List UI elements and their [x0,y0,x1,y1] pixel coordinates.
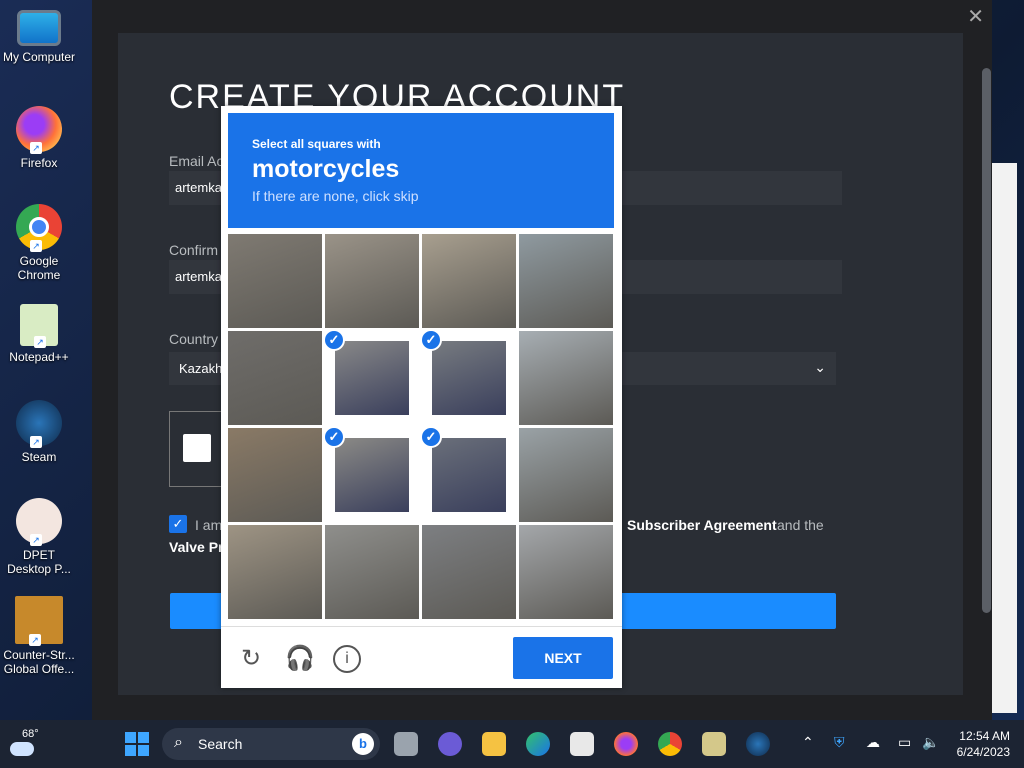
steam-icon: ↗ [16,400,62,448]
desktop-icon-firefox[interactable]: ↗ Firefox [0,106,78,170]
tile-image [335,438,409,512]
dpet-icon: ↗ [16,498,62,546]
desktop-icon-label: DPET Desktop P... [7,548,71,576]
captcha-tile[interactable] [422,234,516,328]
task-view-icon[interactable] [394,732,418,756]
info-icon[interactable]: i [333,645,361,673]
subscriber-agreement-link[interactable]: Subscriber Agreement [627,517,777,533]
scrollbar[interactable] [982,68,991,613]
desktop-icon-label: Counter-Str... Global Offe... [3,648,75,676]
weather-temp: 68° [22,728,39,740]
captcha-tile[interactable] [519,428,613,522]
date: 6/24/2023 [956,745,1010,759]
steam-taskbar-icon[interactable] [746,732,770,756]
firefox-icon: ↗ [16,106,62,154]
notepadpp-icon: ↗ [20,304,58,348]
search-placeholder: Search [198,736,243,752]
tile-image [432,438,506,512]
teams-chat-icon[interactable] [438,732,462,756]
network-icon[interactable]: ▭ [898,734,911,751]
captcha-tile[interactable] [228,331,322,425]
search-box[interactable]: ⌕ Search b [162,728,380,760]
agree-mid-text: and the [777,517,824,533]
privacy-policy-link[interactable]: Valve Pr [169,539,224,555]
captcha-tile[interactable]: ✓ [325,428,419,522]
edge-icon[interactable] [526,732,550,756]
onedrive-icon[interactable]: ☁ [866,734,880,751]
desktop-icon-label: Notepad++ [9,350,69,364]
start-button[interactable] [125,732,149,756]
background-window-edge [991,163,1017,713]
captcha-tile[interactable] [519,331,613,425]
tile-image [335,341,409,415]
desktop-icon-dpet[interactable]: ↗ DPET Desktop P... [0,498,78,576]
captcha-header: Select all squares with motorcycles If t… [228,113,614,228]
monitor-icon [17,10,61,46]
captcha-dialog: Select all squares with motorcycles If t… [221,106,622,688]
agree-checkbox[interactable]: ✓ [169,515,187,533]
weather-widget[interactable]: 68° [10,728,39,759]
reload-icon[interactable]: ↻ [237,645,265,673]
time: 12:54 AM [959,729,1010,743]
country-label: Country [169,331,219,347]
close-icon[interactable]: ✕ [967,4,984,29]
captcha-tile[interactable] [228,234,322,328]
confirm-email-label: Confirm [169,242,219,258]
csgo-icon: ↗ [15,596,63,646]
captcha-tile[interactable] [519,234,613,328]
captcha-grid: ✓ ✓ ✓ ✓ [228,234,614,620]
captcha-target: motorcycles [252,155,400,183]
captcha-footer: ↻ 🎧 i NEXT [221,626,622,688]
audio-icon[interactable]: 🎧 [285,645,315,673]
app-taskbar-icon[interactable] [702,732,726,756]
captcha-tile[interactable] [325,234,419,328]
chevron-down-icon: ⌄ [814,359,826,375]
cloud-icon [10,742,34,756]
agree-prefix: I am [195,517,223,533]
desktop-icon-label: Firefox [20,156,58,170]
desktop-icon-steam[interactable]: ↗ Steam [0,400,78,464]
chrome-taskbar-icon[interactable] [658,732,682,756]
chevron-up-icon[interactable]: ⌃ [802,734,814,751]
desktop-icon-label: My Computer [2,50,76,64]
tile-image [432,341,506,415]
captcha-hint: If there are none, click skip [252,188,419,204]
desktop-icon-label: Steam [21,450,57,464]
defender-icon[interactable]: ⛨ [834,734,845,751]
captcha-instruction: Select all squares with [252,137,381,151]
captcha-tile[interactable]: ✓ [422,428,516,522]
taskbar: 68° ⌕ Search b ⌃ ⛨ ☁ ▭ 🔈 12:54 AM 6/24/2… [0,720,1024,768]
bing-icon[interactable]: b [352,733,374,755]
email-label: Email Ac [169,153,224,169]
desktop-icon-csgo[interactable]: ↗ Counter-Str... Global Offe... [0,596,78,676]
captcha-tile[interactable] [228,525,322,619]
captcha-tile[interactable] [228,428,322,522]
captcha-tile[interactable] [325,525,419,619]
microsoft-store-icon[interactable] [570,732,594,756]
clock[interactable]: 12:54 AM 6/24/2023 [957,728,1010,760]
search-icon: ⌕ [174,734,183,751]
captcha-tile[interactable]: ✓ [422,331,516,425]
captcha-tile[interactable] [422,525,516,619]
volume-icon[interactable]: 🔈 [922,734,939,751]
country-value: Kazakh [179,361,223,376]
desktop-icon-my-computer[interactable]: My Computer [0,10,78,64]
desktop-icon-label: Google Chrome [17,254,61,282]
captcha-tile[interactable] [519,525,613,619]
chrome-icon: ↗ [16,204,62,252]
desktop-icon-notepadpp[interactable]: ↗ Notepad++ [0,304,78,364]
next-button[interactable]: NEXT [513,637,613,679]
file-explorer-icon[interactable] [482,732,506,756]
captcha-tile[interactable]: ✓ [325,331,419,425]
desktop-icon-chrome[interactable]: ↗ Google Chrome [0,204,78,282]
recaptcha-box [169,411,229,487]
recaptcha-checkbox[interactable] [183,434,211,462]
firefox-taskbar-icon[interactable] [614,732,638,756]
